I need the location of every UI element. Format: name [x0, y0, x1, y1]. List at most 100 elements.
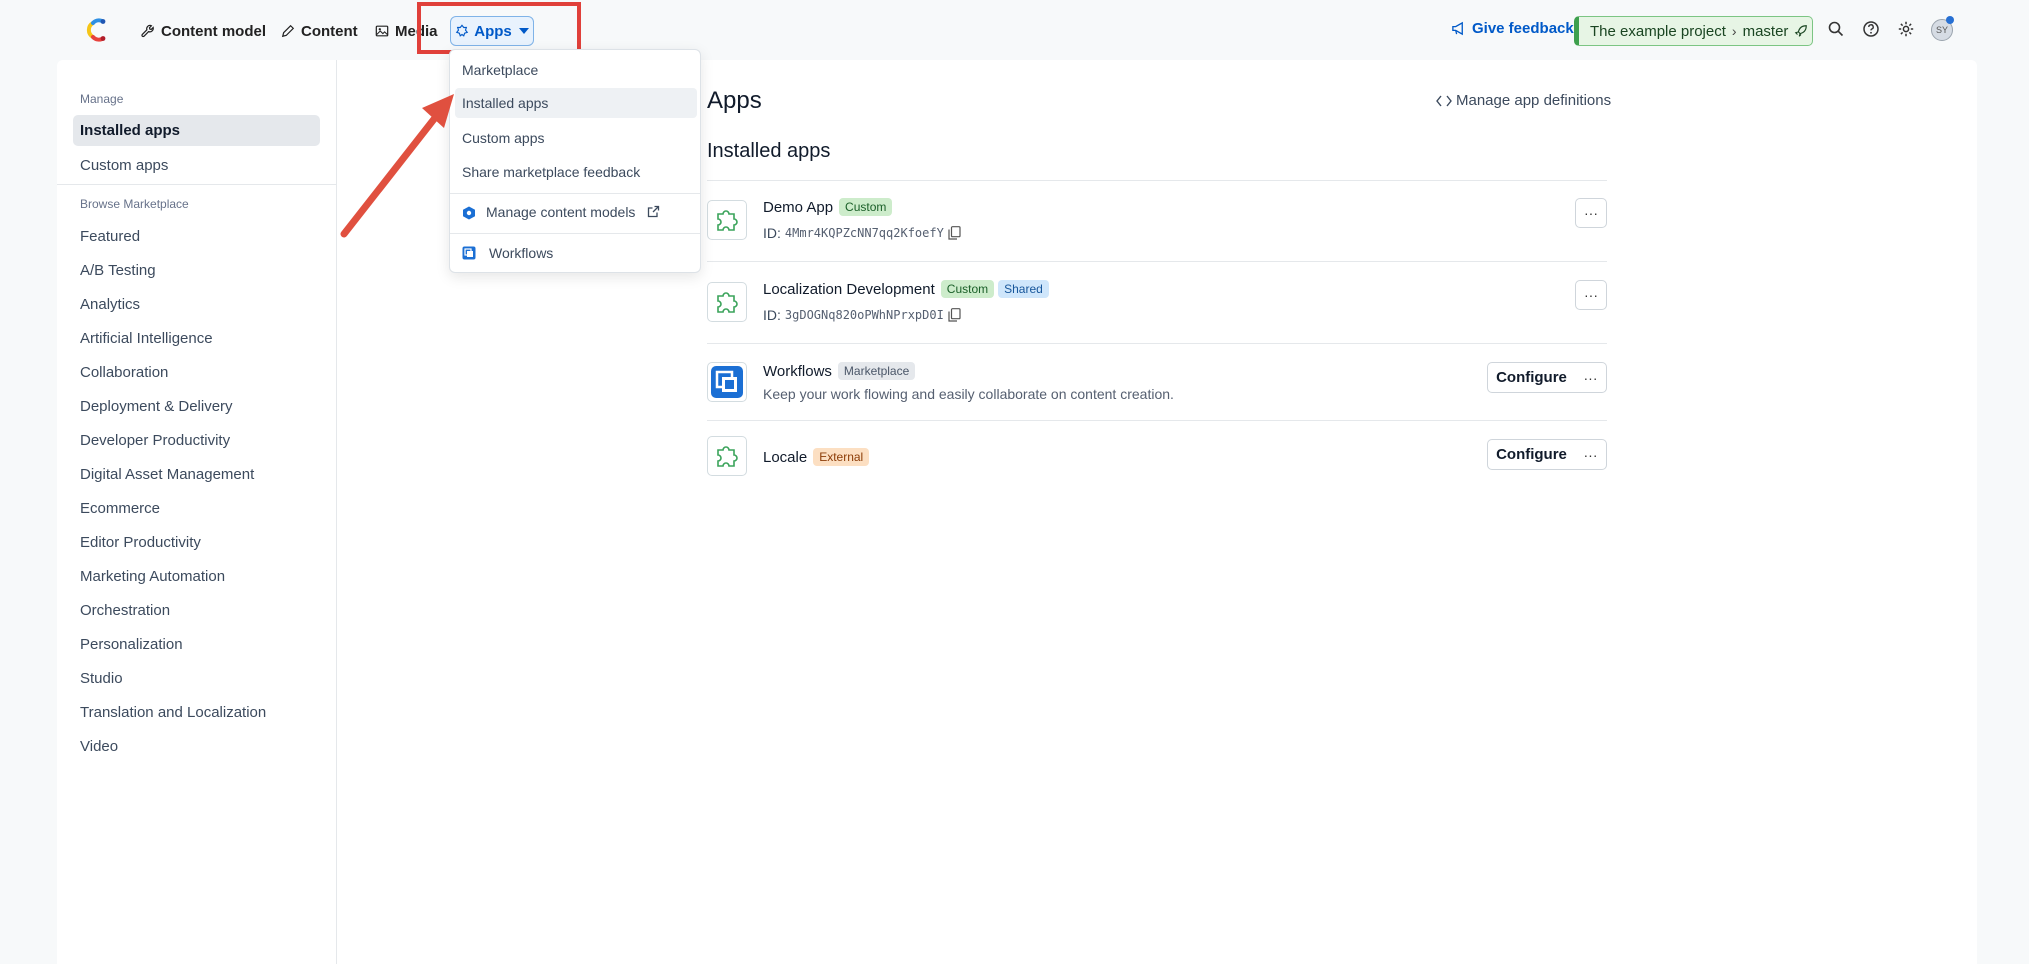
rocket-icon: [1795, 25, 1808, 37]
manage-app-definitions-link[interactable]: Manage app definitions: [1436, 92, 1611, 109]
sidebar-heading-manage: Manage: [80, 92, 124, 106]
nav-content-model-label: Content model: [161, 22, 266, 40]
menu-item-custom-apps[interactable]: Custom apps: [462, 130, 544, 146]
top-bar: Content model Content Media Apps Give fe…: [0, 0, 2029, 60]
app-row-localization-development[interactable]: Localization Development Custom Shared ID:…: [707, 280, 1607, 342]
contentful-logo-icon[interactable]: [84, 17, 108, 43]
sidebar-item-translation-localization[interactable]: Translation and Localization: [80, 704, 266, 721]
app-row-locale[interactable]: Locale External Configure ···: [707, 436, 1607, 482]
sidebar-item-installed-apps-label: Installed apps: [80, 122, 181, 139]
puzzle-icon: [707, 200, 747, 240]
sidebar-item-orchestration[interactable]: Orchestration: [80, 602, 170, 619]
sidebar-item-deployment-delivery[interactable]: Deployment & Delivery: [80, 398, 233, 415]
divider: [450, 193, 700, 194]
page-title: Apps: [707, 87, 762, 114]
badge-marketplace: Marketplace: [837, 362, 916, 380]
sidebar-item-editor-productivity[interactable]: Editor Productivity: [80, 534, 201, 551]
more-actions-button[interactable]: ···: [1575, 439, 1607, 470]
badge-custom: Custom: [940, 280, 995, 298]
notification-dot: [1946, 16, 1954, 24]
sidebar-item-custom-apps[interactable]: Custom apps: [80, 157, 168, 174]
app-row-demo-app[interactable]: Demo App Custom ID: 4Mmr4KQPZcNN7qq2Kfoef…: [707, 198, 1607, 260]
section-title-installed-apps: Installed apps: [707, 140, 831, 162]
sidebar-item-ecommerce[interactable]: Ecommerce: [80, 500, 160, 517]
workflows-app-icon: [707, 362, 747, 402]
more-actions-button[interactable]: ···: [1575, 280, 1607, 310]
app-title: Workflows Marketplace: [763, 362, 916, 380]
menu-item-manage-content-models[interactable]: Manage content models: [486, 204, 660, 220]
more-actions-button[interactable]: ···: [1575, 198, 1607, 228]
puzzle-icon: [707, 436, 747, 476]
give-feedback-label: Give feedback: [1472, 20, 1574, 37]
puzzle-icon: [707, 282, 747, 322]
badge-custom: Custom: [839, 198, 893, 216]
nav-content[interactable]: Content: [281, 18, 358, 44]
menu-item-installed-apps[interactable]: Installed apps: [462, 95, 548, 111]
external-link-icon: [648, 205, 660, 218]
sidebar-item-personalization[interactable]: Personalization: [80, 636, 183, 653]
sidebar-divider: [57, 184, 336, 185]
app-title: Localization Development Custom Shared: [763, 280, 1049, 298]
sidebar-item-marketing-automation[interactable]: Marketing Automation: [80, 568, 225, 585]
copy-icon[interactable]: [948, 226, 961, 240]
app-title: Locale External: [763, 448, 870, 466]
divider: [707, 261, 1607, 262]
annotation-highlight-box: [417, 2, 581, 54]
apps-dropdown-menu: Marketplace Installed apps Custom apps S…: [449, 49, 701, 273]
divider: [450, 233, 700, 234]
sidebar-item-developer-productivity[interactable]: Developer Productivity: [80, 432, 230, 449]
menu-item-workflows[interactable]: Workflows: [489, 245, 553, 261]
nav-content-label: Content: [301, 22, 358, 40]
badge-external: External: [813, 448, 870, 466]
divider: [707, 180, 1607, 181]
sidebar-item-analytics[interactable]: Analytics: [80, 296, 140, 313]
annotation-arrow: [340, 94, 454, 238]
app-id: ID: 4Mmr4KQPZcNN7qq2KfoefY: [763, 225, 961, 241]
sidebar-item-artificial-intelligence[interactable]: Artificial Intelligence: [80, 330, 213, 347]
configure-button[interactable]: Configure: [1487, 439, 1576, 470]
more-actions-button[interactable]: ···: [1575, 362, 1607, 393]
megaphone-icon: [1452, 21, 1463, 36]
menu-item-share-marketplace-feedback[interactable]: Share marketplace feedback: [462, 164, 640, 180]
nav-content-model[interactable]: Content model: [141, 18, 266, 44]
app-name: Workflows: [763, 363, 832, 380]
sidebar-item-ab-testing[interactable]: A/B Testing: [80, 262, 156, 279]
sidebar-item-featured[interactable]: Featured: [80, 228, 140, 245]
image-icon: [375, 25, 389, 37]
app-name: Demo App: [763, 199, 834, 216]
app-title: Demo App Custom: [763, 198, 893, 216]
give-feedback-link[interactable]: Give feedback: [1451, 20, 1574, 37]
search-icon[interactable]: [1827, 20, 1845, 38]
app-id: ID: 3gDOGNq820oPWhNPrxpD0I: [763, 307, 961, 323]
divider: [707, 343, 1607, 344]
sidebar-item-studio[interactable]: Studio: [80, 670, 123, 687]
gear-icon[interactable]: [1897, 20, 1915, 38]
divider: [707, 420, 1607, 421]
environment-switcher[interactable]: The example project › master: [1574, 16, 1813, 46]
sidebar-item-digital-asset-management[interactable]: Digital Asset Management: [80, 466, 254, 483]
app-id-value: 4Mmr4KQPZcNN7qq2KfoefY: [784, 226, 944, 240]
app-description: Keep your work flowing and easily collab…: [763, 386, 1174, 402]
chevron-right-icon: ›: [1731, 23, 1737, 39]
sidebar-item-video[interactable]: Video: [80, 738, 118, 755]
copy-icon[interactable]: [948, 308, 961, 322]
menu-item-marketplace[interactable]: Marketplace: [462, 62, 538, 78]
sidebar-item-collaboration[interactable]: Collaboration: [80, 364, 168, 381]
help-icon[interactable]: [1862, 20, 1880, 38]
pen-icon: [281, 24, 295, 38]
configure-button[interactable]: Configure: [1487, 362, 1576, 393]
app-id-label: ID:: [763, 307, 781, 323]
wrench-icon: [141, 24, 154, 38]
badge-shared: Shared: [998, 280, 1049, 298]
menu-item-manage-content-models-label: Manage content models: [486, 204, 636, 220]
app-name: Locale: [763, 449, 808, 466]
app-row-workflows[interactable]: Workflows Marketplace Keep your work flow…: [707, 362, 1607, 418]
app-id-value: 3gDOGNq820oPWhNPrxpD0I: [784, 308, 944, 322]
env-project-name: The example project: [1590, 22, 1726, 40]
app-id-label: ID:: [763, 225, 781, 241]
code-icon: [1436, 95, 1452, 106]
sidebar-heading-browse-marketplace: Browse Marketplace: [80, 197, 189, 211]
env-branch-name: master: [1742, 22, 1789, 40]
manage-app-definitions-label: Manage app definitions: [1456, 92, 1612, 109]
app-name: Localization Development: [763, 281, 935, 298]
